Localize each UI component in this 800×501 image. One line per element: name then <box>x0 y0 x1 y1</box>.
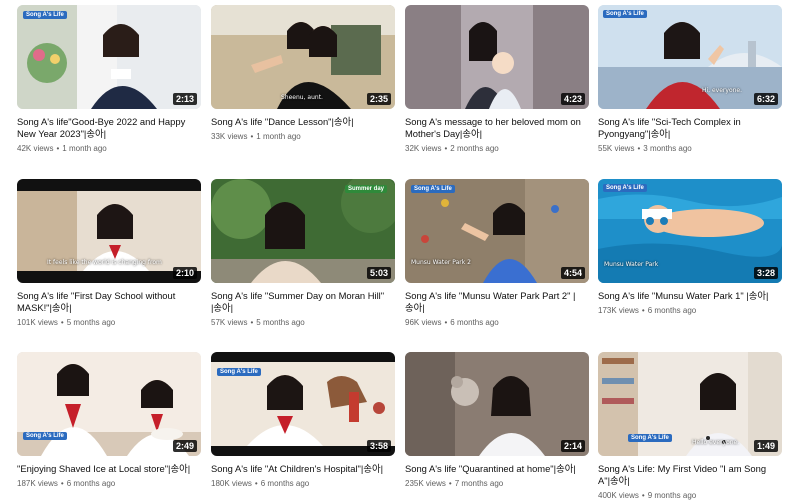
duration-badge: 2:13 <box>172 93 197 105</box>
brand-logo: Song A's Life <box>23 432 67 440</box>
video-meta: 180K views • 6 months ago <box>211 479 310 488</box>
upload-age: 1 month ago <box>256 132 301 141</box>
video-thumbnail[interactable]: Song A's Life 3:58 <box>211 352 395 456</box>
upload-age: 3 months ago <box>643 144 692 153</box>
upload-age: 5 months ago <box>256 318 305 327</box>
video-card[interactable]: Song A's Life 3:58 Song A's life "At Chi… <box>211 352 395 489</box>
video-meta: 173K views • 6 months ago <box>598 306 697 315</box>
view-count: 33K views <box>211 132 248 141</box>
overlay-label: Summer day <box>345 185 388 193</box>
video-meta: 32K views • 2 months ago <box>405 144 499 153</box>
video-card[interactable]: 2:14 Song A's life "Quarantined at home"… <box>405 352 589 489</box>
video-thumbnail[interactable]: Hello everyone. Song A's Life 1:49 <box>598 352 782 456</box>
upload-age: 7 months ago <box>454 479 504 488</box>
video-meta: 96K views • 6 months ago <box>405 318 499 327</box>
view-count: 55K views <box>598 144 635 153</box>
video-meta: 42K views • 1 month ago <box>17 144 107 153</box>
brand-logo: Song A's Life <box>628 434 672 442</box>
video-thumbnail[interactable]: Song A's Life Hi, everyone. 6:32 <box>598 5 782 109</box>
video-title[interactable]: Song A's message to her beloved mom on M… <box>405 116 583 140</box>
video-card[interactable]: Summer day 5:03 Song A's life "Summer Da… <box>211 179 395 328</box>
video-thumbnail[interactable]: Song A's Life 2:49 <box>17 352 201 456</box>
view-count: 42K views <box>17 144 54 153</box>
video-thumbnail[interactable]: Song A's Life Munsu Water Park 3:28 <box>598 179 782 283</box>
duration-badge: 4:54 <box>560 267 585 279</box>
duration-badge: 6:32 <box>753 93 778 105</box>
view-count: 173K views <box>598 306 639 315</box>
video-card[interactable]: 4:23 Song A's message to her beloved mom… <box>405 5 589 154</box>
video-card[interactable]: Sheenu, aunt. 2:35 Song A's life "Dance … <box>211 5 395 142</box>
subtitle-caption: Munsu Water Park 2 <box>411 259 471 266</box>
video-card[interactable]: Song A's Life 2:13 Song A's life"Good-By… <box>17 5 201 154</box>
video-meta: 400K views • 9 months ago <box>598 491 697 500</box>
video-title[interactable]: Song A's Life: My First Video "I am Song… <box>598 463 776 487</box>
video-meta: 101K views • 5 months ago <box>17 318 116 327</box>
video-title[interactable]: Song A's life "Sci-Tech Complex in Pyong… <box>598 116 776 140</box>
video-card[interactable]: It feels like the world is changing from… <box>17 179 201 328</box>
video-title[interactable]: Song A's life "Dance Lesson"|송아| <box>211 116 389 128</box>
duration-badge: 1:49 <box>753 440 778 452</box>
upload-age: 6 months ago <box>260 479 310 488</box>
video-meta: 187K views • 6 months ago <box>17 479 116 488</box>
video-thumbnail[interactable]: 4:23 <box>405 5 589 109</box>
duration-badge: 2:10 <box>172 267 197 279</box>
upload-age: 5 months ago <box>66 318 116 327</box>
subtitle-caption: Hello everyone. <box>692 439 740 446</box>
duration-badge: 3:28 <box>753 267 778 279</box>
brand-logo: Song A's Life <box>217 368 261 376</box>
video-title[interactable]: Song A's life "Munsu Water Park Part 2" … <box>405 290 583 314</box>
video-meta: 55K views • 3 months ago <box>598 144 692 153</box>
duration-badge: 3:58 <box>366 440 391 452</box>
video-title[interactable]: Song A's life"Good-Bye 2022 and Happy Ne… <box>17 116 195 140</box>
duration-badge: 2:35 <box>366 93 391 105</box>
brand-logo: Song A's Life <box>23 11 67 19</box>
view-count: 101K views <box>17 318 58 327</box>
video-grid: Song A's Life 2:13 Song A's life"Good-By… <box>0 0 800 501</box>
duration-badge: 4:23 <box>560 93 585 105</box>
upload-age: 1 month ago <box>62 144 107 153</box>
subtitle-caption: It feels like the world is changing from <box>47 259 162 266</box>
video-card[interactable]: Song A's Life Munsu Water Park 2 4:54 So… <box>405 179 589 328</box>
brand-logo: Song A's Life <box>411 185 455 193</box>
view-count: 180K views <box>211 479 252 488</box>
subtitle-caption: Munsu Water Park <box>604 261 659 268</box>
video-card[interactable]: Song A's Life 2:49 "Enjoying Shaved Ice … <box>17 352 201 489</box>
video-thumbnail[interactable]: Summer day 5:03 <box>211 179 395 283</box>
subtitle-caption: Hi, everyone. <box>702 87 743 94</box>
video-title[interactable]: Song A's life "At Children's Hospital"|송… <box>211 463 389 475</box>
video-thumbnail[interactable]: It feels like the world is changing from… <box>17 179 201 283</box>
view-count: 96K views <box>405 318 442 327</box>
duration-badge: 5:03 <box>366 267 391 279</box>
upload-age: 6 months ago <box>647 306 697 315</box>
view-count: 187K views <box>17 479 58 488</box>
video-title[interactable]: Song A's life "First Day School without … <box>17 290 195 314</box>
video-thumbnail[interactable]: Song A's Life Munsu Water Park 2 4:54 <box>405 179 589 283</box>
video-thumbnail[interactable]: Sheenu, aunt. 2:35 <box>211 5 395 109</box>
duration-badge: 2:49 <box>172 440 197 452</box>
view-count: 235K views <box>405 479 446 488</box>
video-title[interactable]: Song A's life "Summer Day on Moran Hill"… <box>211 290 389 314</box>
brand-logo: Song A's Life <box>603 184 647 192</box>
video-meta: 235K views • 7 months ago <box>405 479 504 488</box>
video-thumbnail[interactable]: 2:14 <box>405 352 589 456</box>
video-card[interactable]: Song A's Life Munsu Water Park 3:28 Song… <box>598 179 782 316</box>
upload-age: 6 months ago <box>450 318 499 327</box>
subtitle-caption: Sheenu, aunt. <box>281 94 323 101</box>
video-meta: 33K views • 1 month ago <box>211 132 301 141</box>
video-title[interactable]: Song A's life "Quarantined at home"|송아| <box>405 463 583 475</box>
video-title[interactable]: Song A's life "Munsu Water Park 1" |송아| <box>598 290 776 302</box>
video-card[interactable]: Hello everyone. Song A's Life 1:49 Song … <box>598 352 782 501</box>
duration-badge: 2:14 <box>560 440 585 452</box>
video-title[interactable]: "Enjoying Shaved Ice at Local store"|송아| <box>17 463 195 475</box>
brand-logo: Song A's Life <box>603 10 647 18</box>
video-card[interactable]: Song A's Life Hi, everyone. 6:32 Song A'… <box>598 5 782 154</box>
upload-age: 6 months ago <box>66 479 116 488</box>
video-meta: 57K views • 5 months ago <box>211 318 305 327</box>
view-count: 57K views <box>211 318 248 327</box>
upload-age: 2 months ago <box>450 144 499 153</box>
view-count: 32K views <box>405 144 442 153</box>
video-thumbnail[interactable]: Song A's Life 2:13 <box>17 5 201 109</box>
